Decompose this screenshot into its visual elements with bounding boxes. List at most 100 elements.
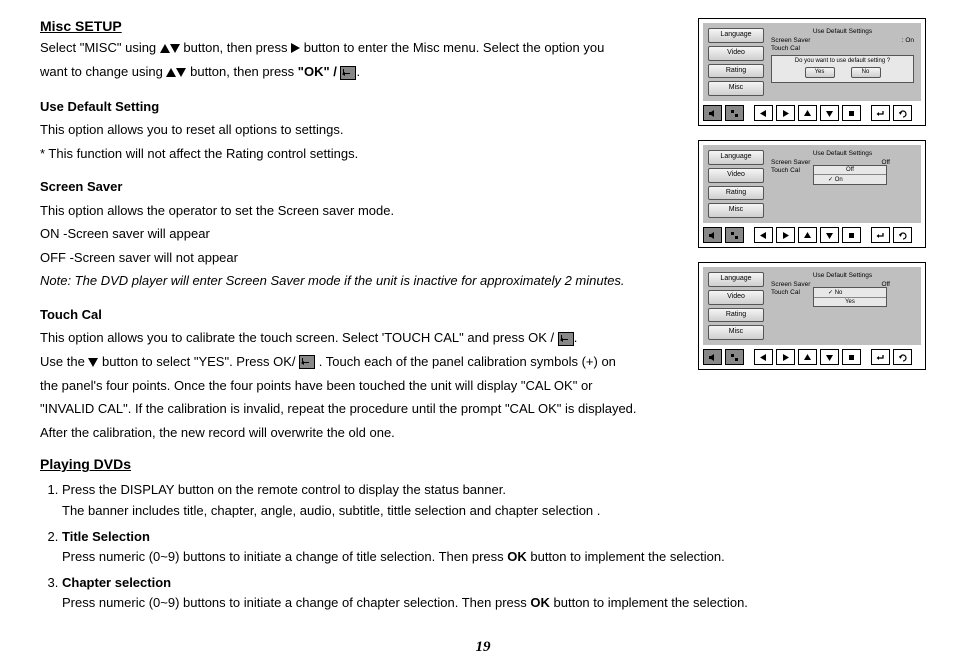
pane-header: Use Default Settings: [769, 150, 916, 157]
speaker-icon[interactable]: [703, 349, 722, 365]
screen: Language Video Rating Misc Use Default S…: [703, 267, 921, 345]
enter-button[interactable]: [871, 349, 890, 365]
stop-button[interactable]: [842, 349, 861, 365]
value: : On: [902, 37, 914, 44]
tab-rating[interactable]: Rating: [708, 64, 764, 79]
text: Press numeric (0~9) buttons to initiate …: [62, 595, 530, 610]
option-on[interactable]: ✓ On: [814, 174, 886, 184]
tab-language[interactable]: Language: [708, 272, 764, 287]
enter-button[interactable]: [871, 227, 890, 243]
label: Touch Cal: [771, 45, 800, 52]
left-button[interactable]: [754, 227, 773, 243]
left-button[interactable]: [754, 349, 773, 365]
content-pane: Use Default Settings Screen Saver Off Tou…: [769, 150, 916, 218]
option-yes[interactable]: Yes: [814, 297, 886, 306]
settings-icon[interactable]: [725, 105, 744, 121]
enter-button[interactable]: [871, 105, 890, 121]
text: button to implement the selection.: [527, 549, 725, 564]
misc-intro-line1: Select "MISC" using button, then press b…: [40, 38, 680, 58]
tab-misc[interactable]: Misc: [708, 81, 764, 96]
text: button to select "YES". Press OK/: [102, 354, 299, 369]
settings-icon[interactable]: [725, 227, 744, 243]
label: Screen Saver: [771, 159, 810, 166]
touch-cal-heading: Touch Cal: [40, 305, 680, 325]
tab-video[interactable]: Video: [708, 46, 764, 61]
right-button[interactable]: [776, 349, 795, 365]
down-button[interactable]: [820, 349, 839, 365]
label: Touch Cal: [771, 167, 800, 174]
text: Select "MISC" using: [40, 40, 160, 55]
text: Use the: [40, 354, 88, 369]
tab-language[interactable]: Language: [708, 28, 764, 43]
text: button, then press: [190, 64, 298, 79]
option-no[interactable]: ✓ No: [814, 288, 886, 297]
content-pane: Use Default Settings Screen SaverOff Tou…: [769, 272, 916, 340]
stop-button[interactable]: [842, 227, 861, 243]
dialog-text: Do you want to use default setting ?: [774, 58, 911, 64]
subheading: Title Selection: [62, 529, 150, 544]
tab-language[interactable]: Language: [708, 150, 764, 165]
return-button[interactable]: [893, 227, 912, 243]
settings-icon[interactable]: [725, 349, 744, 365]
subheading: Chapter selection: [62, 575, 171, 590]
text: Press numeric (0~9) buttons to initiate …: [62, 547, 926, 567]
tab-video[interactable]: Video: [708, 168, 764, 183]
playing-dvds-list: Press the DISPLAY button on the remote c…: [40, 480, 926, 613]
option-off[interactable]: Off: [814, 166, 886, 174]
tab-rating[interactable]: Rating: [708, 308, 764, 323]
down-button[interactable]: [820, 105, 839, 121]
control-strip: [703, 345, 921, 365]
return-button[interactable]: [893, 105, 912, 121]
text: .: [574, 330, 578, 345]
right-button[interactable]: [776, 105, 795, 121]
text: button, then press: [183, 40, 291, 55]
menu-tabs: Language Video Rating Misc: [708, 150, 764, 218]
up-button[interactable]: [798, 105, 817, 121]
device-panel-default-settings: Language Video Rating Misc Use Default S…: [698, 18, 926, 126]
label: Touch Cal: [771, 289, 800, 296]
no-button[interactable]: No: [851, 67, 881, 78]
stop-button[interactable]: [842, 105, 861, 121]
label: Screen Saver: [771, 37, 810, 44]
menu-tabs: Language Video Rating Misc: [708, 28, 764, 96]
misc-setup-heading: Misc SETUP: [40, 18, 680, 34]
screen-saver-note: Note: The DVD player will enter Screen S…: [40, 271, 680, 291]
tab-misc[interactable]: Misc: [708, 203, 764, 218]
text: button to enter the Misc menu. Select th…: [304, 40, 605, 55]
text: want to change using: [40, 64, 166, 79]
text: This option allows you to reset all opti…: [40, 120, 680, 140]
up-button[interactable]: [798, 227, 817, 243]
ok-label: OK: [507, 549, 527, 564]
text: Press the DISPLAY button on the remote c…: [62, 482, 506, 497]
device-panel-touch-cal: Language Video Rating Misc Use Default S…: [698, 262, 926, 370]
triangle-up-icon: [166, 62, 176, 82]
text: Press numeric (0~9) buttons to initiate …: [62, 593, 926, 613]
text: . Touch each of the panel calibration sy…: [319, 354, 616, 369]
text: ON -Screen saver will appear: [40, 224, 680, 244]
value: Off: [881, 159, 914, 166]
up-button[interactable]: [798, 349, 817, 365]
tab-misc[interactable]: Misc: [708, 325, 764, 340]
text: This option allows the operator to set t…: [40, 201, 680, 221]
text: .: [356, 64, 360, 79]
return-button[interactable]: [893, 349, 912, 365]
pane-header: Use Default Settings: [769, 28, 916, 35]
label: Screen Saver: [771, 281, 810, 288]
value: Off: [881, 281, 914, 288]
screen-saver-heading: Screen Saver: [40, 177, 680, 197]
control-strip: [703, 101, 921, 121]
enter-icon: [340, 66, 356, 80]
right-button[interactable]: [776, 227, 795, 243]
enter-icon: [558, 332, 574, 346]
down-button[interactable]: [820, 227, 839, 243]
confirm-dialog: Do you want to use default setting ? Yes…: [771, 55, 914, 83]
text: After the calibration, the new record wi…: [40, 423, 680, 443]
page-number: 19: [40, 639, 926, 656]
tab-rating[interactable]: Rating: [708, 186, 764, 201]
text: OFF -Screen saver will not appear: [40, 248, 680, 268]
speaker-icon[interactable]: [703, 227, 722, 243]
tab-video[interactable]: Video: [708, 290, 764, 305]
speaker-icon[interactable]: [703, 105, 722, 121]
left-button[interactable]: [754, 105, 773, 121]
yes-button[interactable]: Yes: [805, 67, 835, 78]
